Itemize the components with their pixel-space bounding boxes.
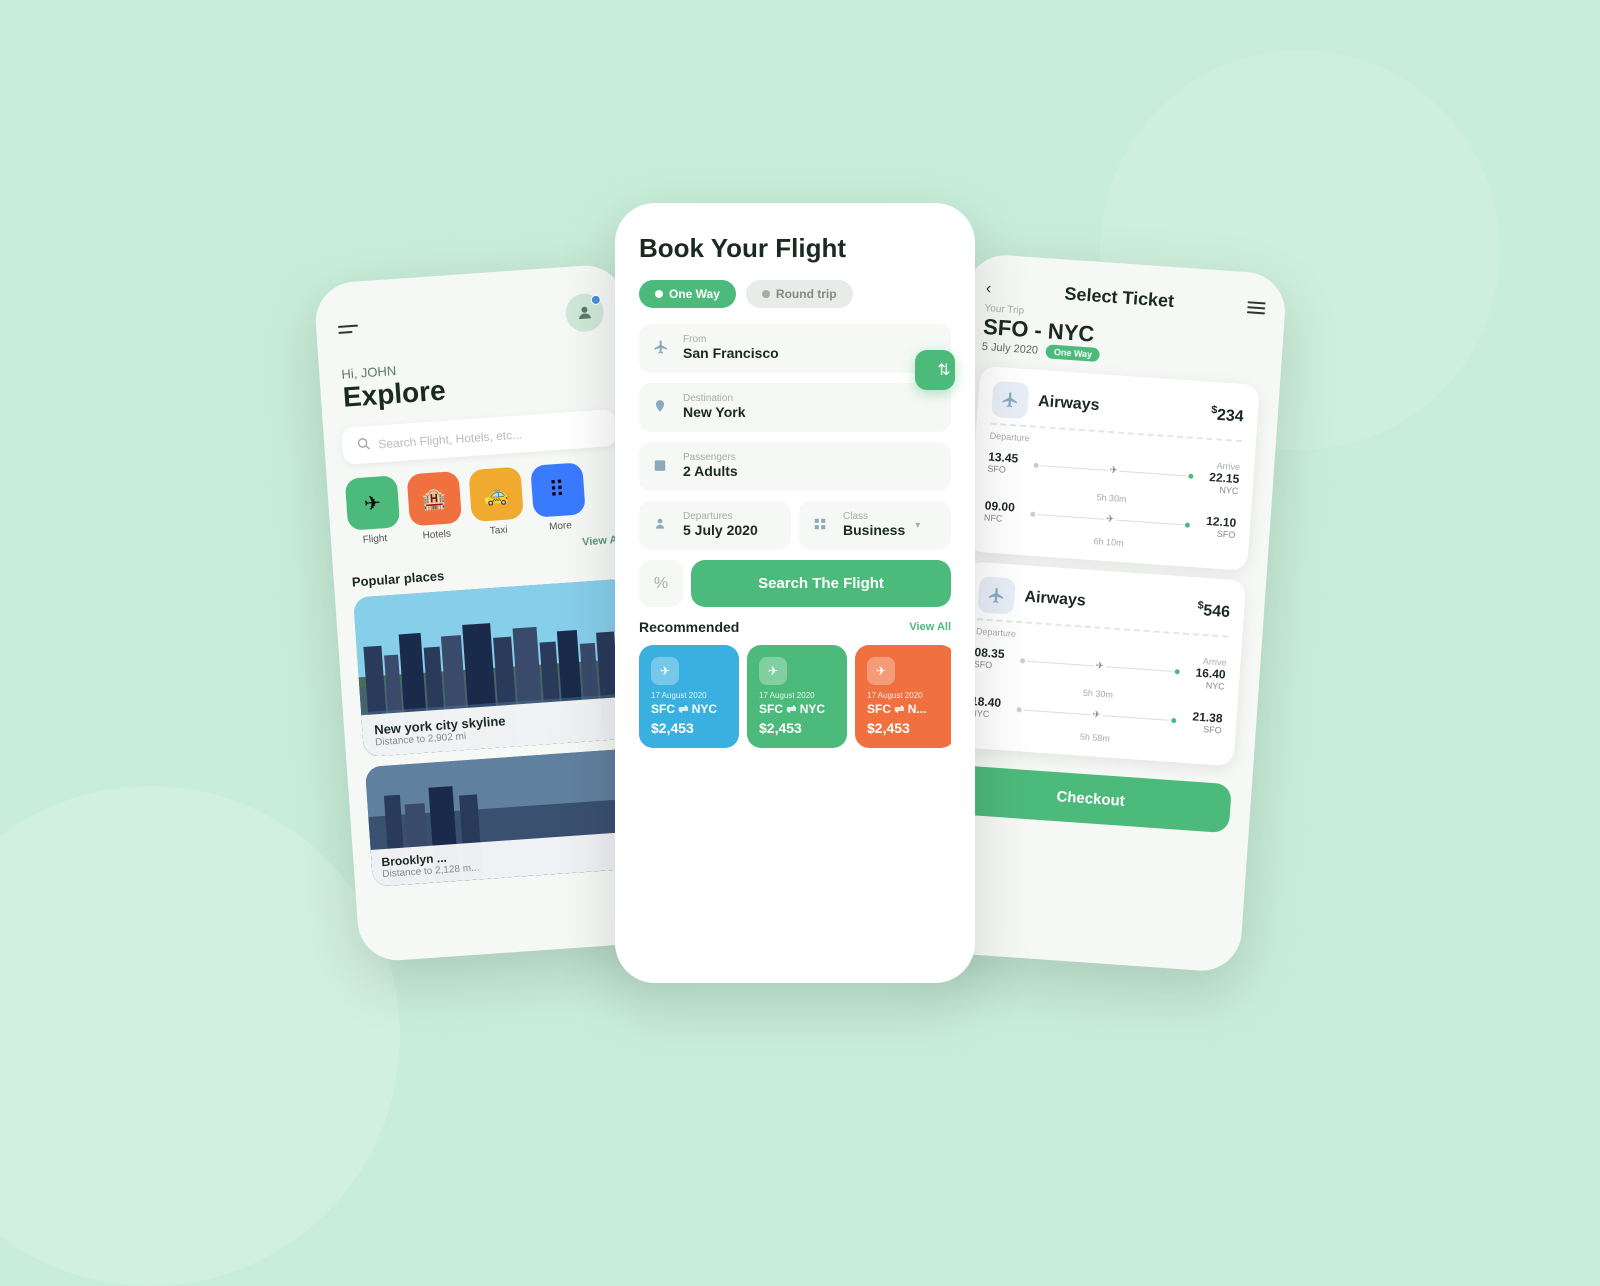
rec-card-2[interactable]: ✈ 17 August 2020 SFC ⇌ N... $2,453 [855,645,951,748]
one-way-button[interactable]: One Way [639,280,736,308]
plane-icon-0-0: ✈ [1109,465,1118,477]
rec-card-icon-2: ✈ [867,657,895,685]
view-all-recommended[interactable]: View All [909,621,951,633]
from-label: From [683,334,779,345]
category-flight[interactable]: ✈ Flight [345,475,402,546]
search-placeholder: Search Flight, Hotels, etc... [378,427,523,451]
search-icon [356,436,371,454]
flight-code-0-1: NFC [984,512,1025,525]
phones-container: Hi, JOHN Explore Search Flight, Hotels, … [200,203,1400,983]
airline-icon-1 [977,576,1015,614]
ticket-price-1: $546 [1197,599,1231,622]
flight-code-1-0: SFO [973,659,1014,672]
rec-route-1: SFC ⇌ NYC [759,702,835,716]
departures-value: 5 July 2020 [683,522,758,538]
category-taxi[interactable]: 🚕 Taxi [468,467,525,538]
flight-code-1-1: NYC [970,708,1011,721]
category-more[interactable]: ⠿ More [530,462,587,533]
rec-price-0: $2,453 [651,720,727,736]
passengers-value: 2 Adults [683,463,738,479]
from-field[interactable]: From San Francisco [639,324,951,373]
search-bar[interactable]: Search Flight, Hotels, etc... [341,409,617,465]
destination-value: New York [683,404,746,420]
from-value: San Francisco [683,345,779,361]
search-flight-button[interactable]: Search The Flight [691,560,951,607]
class-label: Class [843,511,905,522]
rec-card-0[interactable]: ✈ 17 August 2020 SFC ⇌ NYC $2,453 [639,645,739,748]
rec-card-icon-1: ✈ [759,657,787,685]
arrive-code-1-1: SFO [1181,723,1222,736]
airline-icon-0 [991,381,1029,419]
grid-icon [813,517,833,534]
departures-field[interactable]: Departures 5 July 2020 [639,501,791,550]
class-field[interactable]: Class Business ▾ [799,501,951,550]
rec-date-2: 17 August 2020 [867,691,943,700]
place-card-nyc[interactable]: New york city skyline Distance to 2,902 … [353,578,637,757]
select-ticket-title: Select Ticket [1064,283,1175,312]
checkout-button[interactable]: Checkout [949,765,1232,833]
rec-price-2: $2,453 [867,720,943,736]
arrive-code-1-0: NYC [1185,679,1226,692]
round-trip-button[interactable]: Round trip [746,280,853,308]
promo-field[interactable]: % [639,560,683,607]
trip-type-row: One Way Round trip [639,280,951,308]
rec-route-0: SFC ⇌ NYC [651,702,727,716]
menu-icon[interactable] [1247,301,1266,314]
chevron-down-icon: ▾ [915,520,920,531]
airline-name-1: Airways [1024,588,1188,617]
back-button[interactable]: ‹ [985,279,992,297]
calendar-icon [653,458,673,475]
center-phone: Book Your Flight One Way Round trip [615,203,975,983]
promo-icon: % [654,575,668,593]
rec-card-1[interactable]: ✈ 17 August 2020 SFC ⇌ NYC $2,453 [747,645,847,748]
arrive-code-0-0: NYC [1198,483,1239,496]
arrive-code-0-1: SFO [1195,527,1236,540]
plane-icon [653,339,673,358]
destination-field[interactable]: Destination New York [639,383,951,432]
one-way-label: One Way [669,287,720,301]
category-hotels[interactable]: 🏨 Hotels [407,471,464,542]
plane-icon-0-1: ✈ [1106,513,1115,525]
ticket-card-0[interactable]: Airways $234 Departure 13.45 SFO [968,366,1260,571]
destination-label: Destination [683,393,746,404]
hamburger-icon[interactable] [338,325,359,334]
passengers-field[interactable]: Passengers 2 Adults [639,442,951,491]
category-more-label: More [549,520,573,533]
ticket-card-1[interactable]: Airways $546 Departure 08.35 SFO ✈ [954,561,1246,766]
recommended-cards: ✈ 17 August 2020 SFC ⇌ NYC $2,453 ✈ 17 A… [639,645,951,748]
plane-icon-1-1: ✈ [1092,709,1101,721]
location-icon [653,399,673,416]
class-value: Business [843,522,905,538]
rec-route-2: SFC ⇌ N... [867,702,943,716]
passengers-label: Passengers [683,452,738,463]
place-card-brooklyn[interactable]: Brooklyn ... Distance to 2,128 m... [365,748,647,887]
trip-date: 5 July 2020 [981,341,1038,357]
rec-card-icon-0: ✈ [651,657,679,685]
departures-label: Departures [683,511,758,522]
recommended-title: Recommended [639,619,739,635]
ticket-price-0: $234 [1210,404,1244,427]
person-icon [653,517,673,534]
airline-name-0: Airways [1038,393,1202,422]
category-taxi-label: Taxi [489,525,508,537]
flight-code-0-0: SFO [987,464,1028,477]
swap-button[interactable]: ⇅ [915,350,955,390]
one-way-badge: One Way [1045,344,1100,362]
rec-date-0: 17 August 2020 [651,691,727,700]
avatar[interactable] [564,292,605,333]
category-flight-label: Flight [362,533,387,546]
plane-icon-1-0: ✈ [1095,660,1104,672]
category-hotels-label: Hotels [422,529,451,542]
round-trip-label: Round trip [776,287,837,301]
rec-price-1: $2,453 [759,720,835,736]
book-title: Book Your Flight [639,233,951,264]
rec-date-1: 17 August 2020 [759,691,835,700]
